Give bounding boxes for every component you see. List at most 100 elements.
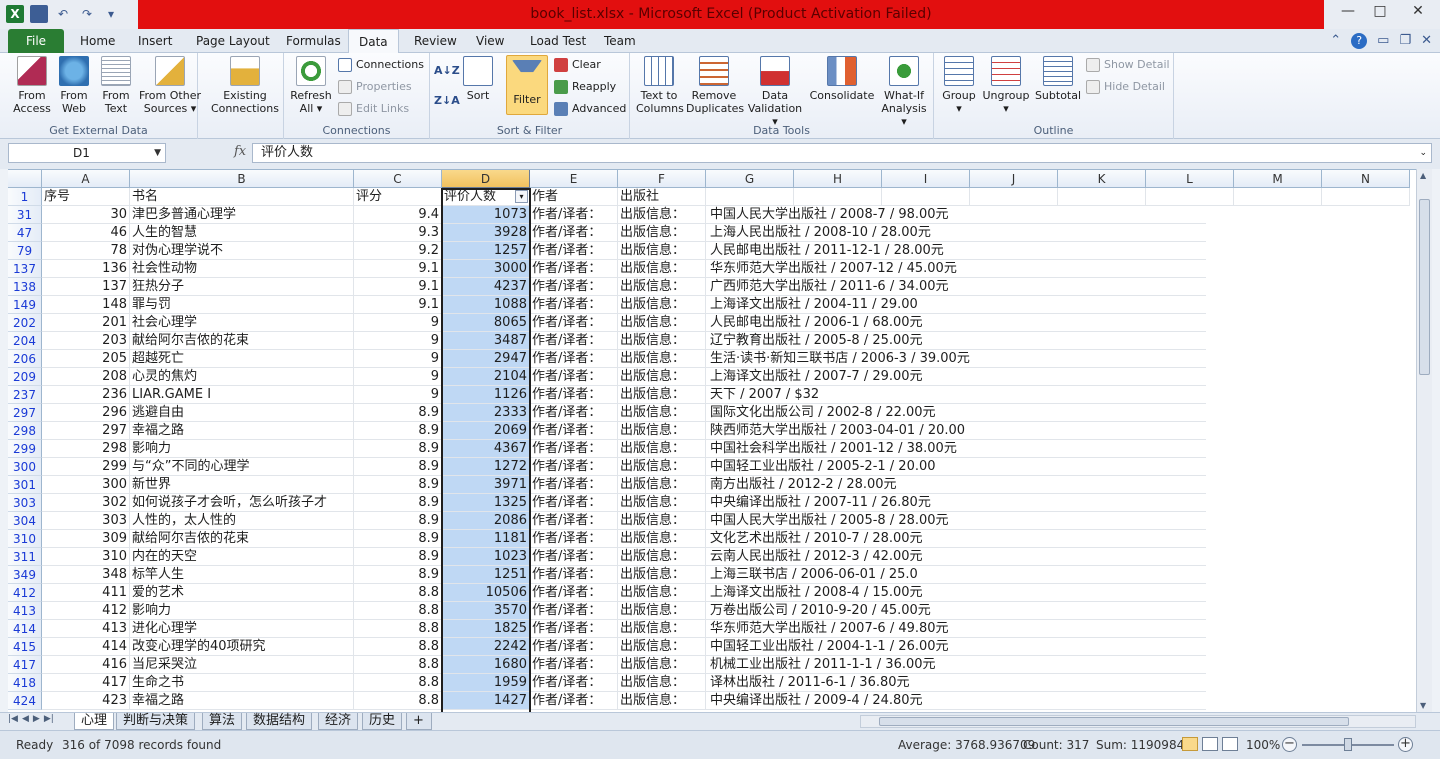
row-header[interactable]: 31 <box>8 206 42 224</box>
doc-close-icon[interactable]: ✕ <box>1421 33 1432 49</box>
cell-g[interactable]: 天下 / 2007 / $32 <box>706 386 1206 404</box>
cell-d[interactable]: 1680 <box>442 656 530 674</box>
row-header[interactable]: 418 <box>8 674 42 692</box>
from-access-button[interactable]: From Access <box>10 56 54 115</box>
cell-b[interactable]: 献给阿尔吉侬的花束 <box>130 332 354 350</box>
data-validation-button[interactable]: Data Validation ▾ <box>744 56 806 128</box>
sort-button[interactable]: Sort <box>460 56 496 102</box>
reapply-button[interactable]: Reapply <box>552 77 616 97</box>
empty-cell[interactable] <box>1322 188 1410 206</box>
tab-page-layout[interactable]: Page Layout <box>186 29 280 53</box>
cell-c[interactable]: 8.8 <box>354 656 442 674</box>
sheet-tab-algorithms[interactable]: 算法 <box>202 713 243 730</box>
row-header[interactable]: 206 <box>8 350 42 368</box>
cell-e[interactable]: 作者/译者： <box>530 368 618 386</box>
cell-f[interactable]: 出版信息： <box>618 242 706 260</box>
cell-d[interactable]: 1126 <box>442 386 530 404</box>
cell-g[interactable]: 生活·读书·新知三联书店 / 2006-3 / 39.00元 <box>706 350 1206 368</box>
cell-f[interactable]: 出版信息： <box>618 602 706 620</box>
cell-d[interactable]: 3487 <box>442 332 530 350</box>
cell-a[interactable]: 416 <box>42 656 130 674</box>
cell-d[interactable]: 8065 <box>442 314 530 332</box>
header-cell-d[interactable]: 评价人数 ▾ <box>442 188 530 206</box>
cell-d[interactable]: 3971 <box>442 476 530 494</box>
cell-g[interactable]: 人民邮电出版社 / 2011-12-1 / 28.00元 <box>706 242 1206 260</box>
redo-icon[interactable]: ↷ <box>78 5 96 23</box>
page-layout-view-icon[interactable] <box>1202 737 1218 751</box>
row-header[interactable]: 137 <box>8 260 42 278</box>
column-header-f[interactable]: F <box>618 170 706 188</box>
text-to-columns-button[interactable]: Text to Columns <box>636 56 684 115</box>
cell-a[interactable]: 30 <box>42 206 130 224</box>
empty-cell[interactable] <box>1146 188 1234 206</box>
cell-g[interactable]: 华东师范大学出版社 / 2007-12 / 45.00元 <box>706 260 1206 278</box>
cell-e[interactable]: 作者/译者： <box>530 440 618 458</box>
row-header[interactable]: 138 <box>8 278 42 296</box>
cell-a[interactable]: 309 <box>42 530 130 548</box>
cell-b[interactable]: 社会心理学 <box>130 314 354 332</box>
cell-e[interactable]: 作者/译者： <box>530 386 618 404</box>
cell-a[interactable]: 348 <box>42 566 130 584</box>
cell-d[interactable]: 10506 <box>442 584 530 602</box>
cell-e[interactable]: 作者/译者： <box>530 638 618 656</box>
cell-a[interactable]: 296 <box>42 404 130 422</box>
cell-e[interactable]: 作者/译者： <box>530 224 618 242</box>
header-cell-b[interactable]: 书名 <box>130 188 354 206</box>
ungroup-button[interactable]: Ungroup ▾ <box>982 56 1030 115</box>
cell-d[interactable]: 1325 <box>442 494 530 512</box>
cell-g[interactable]: 中国社会科学出版社 / 2001-12 / 38.00元 <box>706 440 1206 458</box>
column-header-m[interactable]: M <box>1234 170 1322 188</box>
page-break-view-icon[interactable] <box>1222 737 1238 751</box>
tab-view[interactable]: View <box>466 29 514 53</box>
cell-f[interactable]: 出版信息： <box>618 332 706 350</box>
last-sheet-icon[interactable]: ▶| <box>44 714 54 724</box>
cell-d[interactable]: 2333 <box>442 404 530 422</box>
cell-b[interactable]: 爱的艺术 <box>130 584 354 602</box>
row-header[interactable]: 204 <box>8 332 42 350</box>
cell-g[interactable]: 译林出版社 / 2011-6-1 / 36.80元 <box>706 674 1206 692</box>
sheet-tab-judgment[interactable]: 判断与决策 <box>116 713 196 730</box>
empty-cell[interactable] <box>882 188 970 206</box>
cell-g[interactable]: 中央编译出版社 / 2007-11 / 26.80元 <box>706 494 1206 512</box>
cell-e[interactable]: 作者/译者： <box>530 242 618 260</box>
cell-f[interactable]: 出版信息： <box>618 656 706 674</box>
sheet-tab-data-structures[interactable]: 数据结构 <box>246 713 313 730</box>
column-header-d[interactable]: D <box>442 170 530 188</box>
cell-g[interactable]: 人民邮电出版社 / 2006-1 / 68.00元 <box>706 314 1206 332</box>
cell-e[interactable]: 作者/译者： <box>530 404 618 422</box>
cell-c[interactable]: 8.9 <box>354 404 442 422</box>
cell-b[interactable]: 狂热分子 <box>130 278 354 296</box>
column-header-g[interactable]: G <box>706 170 794 188</box>
tab-load-test[interactable]: Load Test <box>520 29 596 53</box>
cell-b[interactable]: 对伪心理学说不 <box>130 242 354 260</box>
row-header[interactable]: 1 <box>8 188 42 206</box>
cell-f[interactable]: 出版信息： <box>618 314 706 332</box>
cell-g[interactable]: 上海人民出版社 / 2008-10 / 28.00元 <box>706 224 1206 242</box>
cell-d[interactable]: 1257 <box>442 242 530 260</box>
tab-insert[interactable]: Insert <box>128 29 182 53</box>
cell-b[interactable]: 内在的天空 <box>130 548 354 566</box>
cell-e[interactable]: 作者/译者： <box>530 260 618 278</box>
cell-d[interactable]: 2242 <box>442 638 530 656</box>
close-button[interactable]: ✕ <box>1396 0 1440 24</box>
select-all-corner[interactable] <box>8 170 42 188</box>
tab-formulas[interactable]: Formulas <box>276 29 351 53</box>
cell-g[interactable]: 国际文化出版公司 / 2002-8 / 22.00元 <box>706 404 1206 422</box>
cell-a[interactable]: 310 <box>42 548 130 566</box>
what-if-analysis-button[interactable]: What-If Analysis ▾ <box>878 56 930 128</box>
cell-c[interactable]: 9 <box>354 386 442 404</box>
first-sheet-icon[interactable]: |◀ <box>8 714 18 724</box>
cell-b[interactable]: 生命之书 <box>130 674 354 692</box>
cell-d[interactable]: 4237 <box>442 278 530 296</box>
empty-cell[interactable] <box>706 188 794 206</box>
row-header[interactable]: 424 <box>8 692 42 710</box>
cell-d[interactable]: 1088 <box>442 296 530 314</box>
cell-f[interactable]: 出版信息： <box>618 368 706 386</box>
cell-g[interactable]: 上海译文出版社 / 2007-7 / 29.00元 <box>706 368 1206 386</box>
cell-a[interactable]: 303 <box>42 512 130 530</box>
cell-f[interactable]: 出版信息： <box>618 260 706 278</box>
cell-g[interactable]: 陕西师范大学出版社 / 2003-04-01 / 20.00 <box>706 422 1206 440</box>
row-header[interactable]: 47 <box>8 224 42 242</box>
cell-e[interactable]: 作者/译者： <box>530 530 618 548</box>
column-header-c[interactable]: C <box>354 170 442 188</box>
